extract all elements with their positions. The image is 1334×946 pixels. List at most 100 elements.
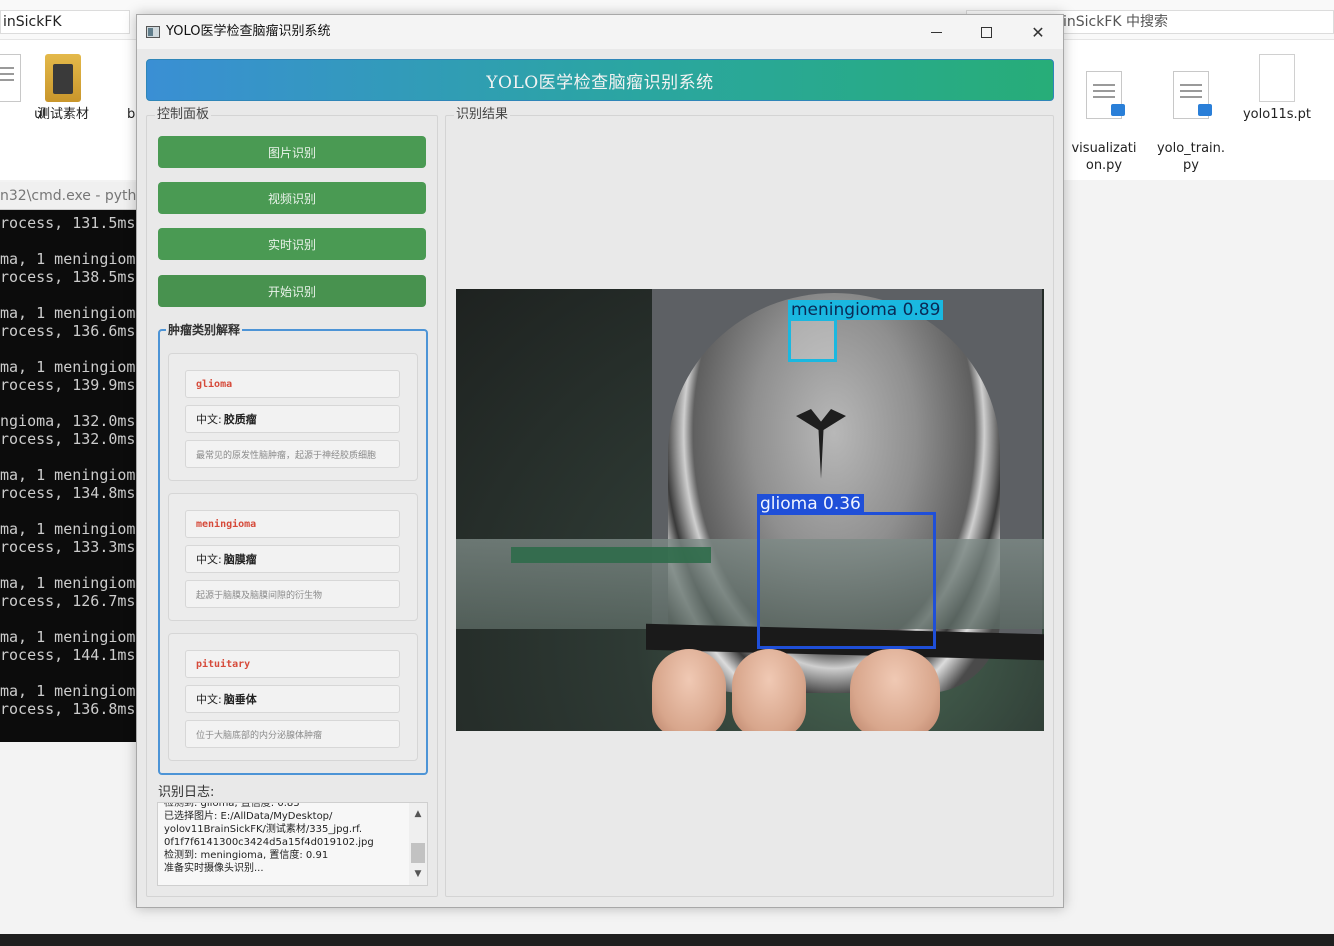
class-name: pituitary: [185, 650, 400, 678]
log-line: 0f1f7f6141300c3424d5a15f4d019102.jpg: [164, 837, 374, 848]
vscode-file-icon: [1173, 71, 1212, 119]
file-label: yolo11s.pt: [1242, 107, 1311, 122]
class-description: 起源于脑膜及脑膜间隙的衍生物: [185, 580, 400, 608]
close-button[interactable]: ✕: [1013, 15, 1063, 49]
cn-value: 胶质瘤: [223, 413, 257, 426]
file-item-visualization[interactable]: visualizati on.py: [1061, 54, 1147, 191]
detection-label: meningioma 0.89: [788, 300, 944, 320]
class-card-glioma: glioma 中文: 胶质瘤 最常见的原发性脑肿瘤，起源于神经胶质细胞: [168, 353, 418, 481]
console-line: ma, 1 meningioma: [0, 358, 136, 376]
class-description: 最常见的原发性脑肿瘤，起源于神经胶质细胞: [185, 440, 400, 468]
doc-icon: [0, 54, 21, 102]
result-panel-label: 识别结果: [454, 107, 511, 123]
console-line: rocess, 136.8ms: [0, 700, 136, 718]
file-item-yolo-train[interactable]: yolo_train. py: [1148, 54, 1234, 191]
realtime-detect-button[interactable]: 实时识别: [158, 228, 426, 260]
finger: [732, 649, 806, 731]
console-line: ngioma, 132.0ms: [0, 412, 136, 430]
console-line: rocess, 144.1ms: [0, 646, 136, 664]
control-panel-label: 控制面板: [155, 107, 212, 123]
detection-box-meningioma: meningioma 0.89: [788, 300, 944, 362]
detection-log[interactable]: 检测到: glioma, 置信度: 0.83 已选择图片: E:/AllData…: [157, 802, 428, 886]
app-window: YOLO医学检查脑瘤识别系统 ✕ YOLO医学检查脑瘤识别系统 控制面板 图片识…: [136, 14, 1064, 908]
image-detect-button[interactable]: 图片识别: [158, 136, 426, 168]
class-chinese-name: 中文: 脑膜瘤: [185, 545, 400, 573]
detection-label: glioma 0.36: [757, 494, 864, 514]
log-line: 已选择图片: E:/AllData/MyDesktop/: [164, 811, 333, 822]
console-line: ma, 1 meningioma: [0, 304, 136, 322]
cn-prefix: 中文:: [196, 553, 222, 566]
console-line: ma, 1 meningioma: [0, 682, 136, 700]
tumor-class-explanation: 肿瘤类别解释 glioma 中文: 胶质瘤 最常见的原发性脑肿瘤，起源于神经胶质细…: [158, 322, 428, 775]
close-icon: ✕: [1031, 22, 1045, 42]
blank-file-icon: [1259, 54, 1295, 102]
console-line: ma, 1 meningioma: [0, 250, 136, 268]
cn-value: 脑垂体: [223, 693, 257, 706]
scroll-down-icon[interactable]: ▼: [409, 867, 427, 881]
console-line: rocess, 133.3ms: [0, 538, 136, 556]
video-detect-button[interactable]: 视频识别: [158, 182, 426, 214]
log-line: yolov11BrainSickFK/测试素材/335_jpg.rf.: [164, 824, 363, 835]
window-titlebar[interactable]: YOLO医学检查脑瘤识别系统 ✕: [137, 15, 1063, 49]
log-scrollbar[interactable]: ▲ ▼: [409, 803, 427, 885]
cn-prefix: 中文:: [196, 693, 222, 706]
scroll-thumb[interactable]: [411, 843, 425, 863]
window-title: YOLO医学检查脑瘤识别系统: [166, 24, 331, 39]
console-line: rocess, 126.7ms: [0, 592, 136, 610]
console-line: rocess, 134.8ms: [0, 484, 136, 502]
cmd-window-title[interactable]: n32\cmd.exe - python: [0, 182, 136, 210]
console-line: ma, 1 meningioma: [0, 520, 136, 538]
class-chinese-name: 中文: 胶质瘤: [185, 405, 400, 433]
explorer-address-bar[interactable]: inSickFK: [0, 10, 130, 34]
finger: [850, 649, 940, 731]
class-description: 位于大脑底部的内分泌腺体肿瘤: [185, 720, 400, 748]
log-line: 检测到: meningioma, 置信度: 0.91: [164, 850, 329, 861]
app-icon: [146, 26, 160, 38]
detection-box-glioma: glioma 0.36: [757, 494, 936, 649]
start-detect-button[interactable]: 开始识别: [158, 275, 426, 307]
console-line: rocess, 132.0ms: [0, 430, 136, 448]
console-line: ma, 1 meningioma: [0, 574, 136, 592]
finger: [652, 649, 726, 731]
class-card-meningioma: meningioma 中文: 脑膜瘤 起源于脑膜及脑膜间隙的衍生物: [168, 493, 418, 621]
class-card-pituitary: pituitary 中文: 脑垂体 位于大脑底部的内分泌腺体肿瘤: [168, 633, 418, 761]
maximize-button[interactable]: [961, 15, 1011, 49]
minimize-button[interactable]: [911, 15, 961, 49]
file-item-test-folder[interactable]: 测试素材: [20, 54, 106, 123]
log-lines: 检测到: glioma, 置信度: 0.83 已选择图片: E:/AllData…: [164, 802, 404, 875]
minimize-icon: [930, 31, 942, 33]
file-item[interactable]: b: [118, 54, 138, 123]
taskbar: [0, 934, 1334, 946]
explanation-title: 肿瘤类别解释: [166, 322, 243, 338]
cmd-console: rocess, 131.5ms ma, 1 meningioma rocess, 1…: [0, 210, 136, 742]
file-label: yolo_train. py: [1156, 141, 1226, 173]
log-line: 检测到: glioma, 置信度: 0.83: [164, 802, 300, 809]
log-label: 识别日志:: [158, 785, 215, 800]
console-line: rocess, 138.5ms: [0, 268, 136, 286]
scroll-up-icon[interactable]: ▲: [409, 807, 427, 821]
console-line: rocess, 139.9ms: [0, 376, 136, 394]
file-label: b: [127, 107, 136, 122]
console-line: ma, 1 meningioma: [0, 466, 136, 484]
folder-icon: [45, 54, 81, 102]
result-panel: 识别结果 meningioma 0.89 glioma 0.36: [445, 107, 1054, 897]
maximize-icon: [980, 26, 992, 38]
cn-prefix: 中文:: [196, 413, 222, 426]
app-banner-title: YOLO医学检查脑瘤识别系统: [146, 59, 1054, 101]
detection-result-image: meningioma 0.89 glioma 0.36: [456, 289, 1044, 731]
file-label: 测试素材: [36, 107, 89, 122]
console-line: ma, 1 meningioma: [0, 628, 136, 646]
class-name: meningioma: [185, 510, 400, 538]
file-item-yolo11s[interactable]: yolo11s.pt: [1234, 54, 1320, 123]
vscode-file-icon: [1086, 71, 1125, 119]
console-line: rocess, 136.6ms: [0, 322, 136, 340]
